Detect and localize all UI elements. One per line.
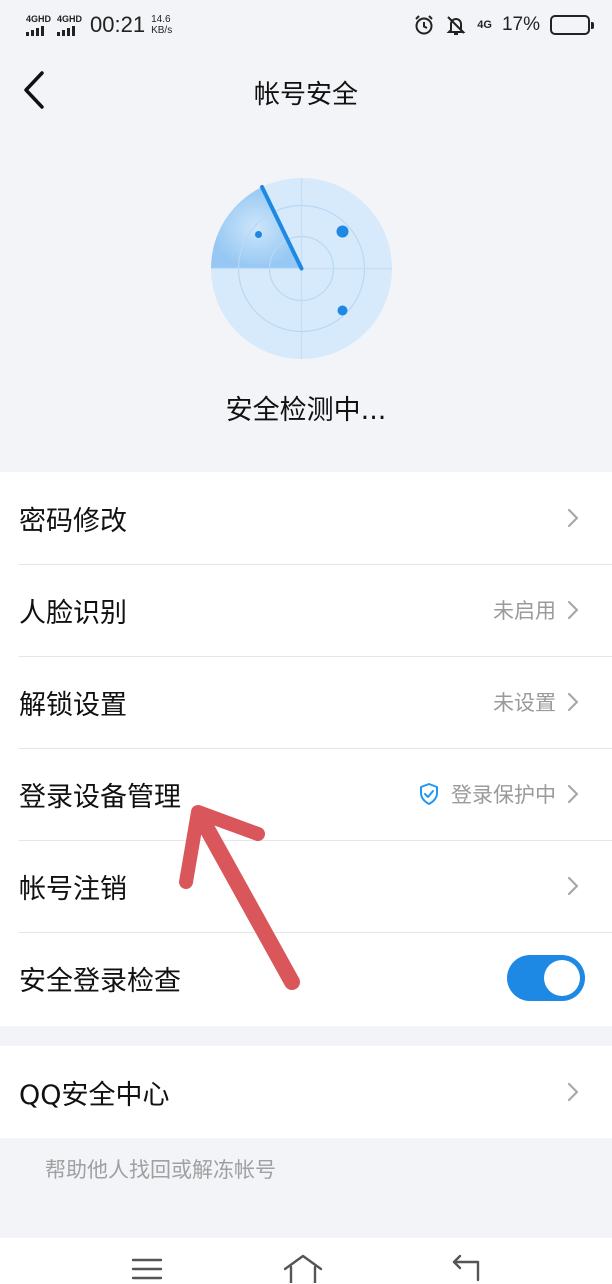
- chevron-right-icon: [566, 507, 580, 529]
- battery-percentage: 17%: [501, 14, 540, 35]
- menu-button[interactable]: [117, 1252, 177, 1284]
- battery-icon: [550, 15, 594, 35]
- scan-status-text: 安全检测中...: [225, 395, 387, 426]
- speed-value: 14.6: [151, 14, 171, 25]
- chevron-right-icon: [566, 1081, 580, 1103]
- signal-indicator-sim1: 4GHD: [26, 13, 52, 36]
- settings-row-secure-login-check: 安全登录检查: [0, 932, 612, 1024]
- chevron-right-icon: [566, 691, 580, 713]
- return-button[interactable]: [435, 1252, 495, 1284]
- settings-row-label: 人脸识别: [19, 597, 127, 629]
- chevron-right-icon: [566, 599, 580, 621]
- secure-login-toggle[interactable]: [507, 955, 585, 1001]
- toggle-knob: [544, 960, 580, 996]
- network-type: 4G: [477, 18, 492, 31]
- settings-row-account-deletion[interactable]: 帐号注销: [0, 840, 612, 932]
- radar-icon: [211, 178, 392, 359]
- alarm-clock-icon: [413, 14, 435, 36]
- speed-unit: KB/s: [151, 25, 173, 36]
- settings-list: 密码修改 人脸识别 未启用 解锁设置 未设置 登录设备管理 登录保护中 帐号注销: [0, 472, 612, 1026]
- settings-row-label: 密码修改: [19, 505, 127, 537]
- settings-row-label: 登录设备管理: [19, 781, 181, 813]
- signal-indicator-sim2: 4GHD: [57, 13, 83, 36]
- home-icon: [283, 1254, 323, 1283]
- return-icon: [452, 1254, 480, 1282]
- settings-row-value: 未设置: [493, 691, 556, 715]
- clock: 00:21: [90, 12, 146, 37]
- settings-row-login-devices[interactable]: 登录设备管理 登录保护中: [0, 748, 612, 840]
- menu-icon: [131, 1258, 163, 1280]
- home-button[interactable]: [273, 1252, 333, 1284]
- sim1-network-label: 4GHD: [26, 13, 52, 24]
- signal-bars-icon: [57, 25, 76, 36]
- bell-off-icon: [445, 14, 467, 36]
- settings-row-value: 登录保护中: [451, 783, 556, 807]
- settings-row-password[interactable]: 密码修改: [0, 472, 612, 564]
- security-center-group: QQ安全中心: [0, 1046, 612, 1138]
- settings-row-label: 帐号注销: [19, 873, 127, 905]
- chevron-right-icon: [566, 783, 580, 805]
- settings-row-label: 解锁设置: [19, 689, 127, 721]
- help-others-link[interactable]: 帮助他人找回或解冻帐号: [45, 1154, 276, 1184]
- network-speed: 14.6 KB/s: [151, 14, 172, 36]
- settings-row-unlock[interactable]: 解锁设置 未设置: [0, 656, 612, 748]
- radar-blip: [255, 231, 262, 238]
- settings-row-face-recognition[interactable]: 人脸识别 未启用: [0, 564, 612, 656]
- settings-row-label: 安全登录检查: [19, 965, 181, 997]
- radar-blip: [337, 305, 348, 316]
- settings-row-label: QQ安全中心: [19, 1079, 170, 1111]
- radar-blip: [336, 225, 349, 238]
- nav-bar: 帐号安全: [0, 56, 612, 124]
- settings-row-value: 未启用: [493, 599, 556, 623]
- status-bar: 4GHD 4GHD 00:21 14.6 KB/s 4G 17%: [0, 0, 612, 50]
- sim2-network-label: 4GHD: [57, 13, 83, 24]
- chevron-right-icon: [566, 875, 580, 897]
- signal-bars-icon: [26, 25, 44, 36]
- system-nav-bar: [0, 1238, 612, 1284]
- shield-check-icon: [420, 783, 438, 805]
- page-title: 帐号安全: [253, 80, 358, 110]
- settings-row-security-center[interactable]: QQ安全中心: [0, 1046, 612, 1138]
